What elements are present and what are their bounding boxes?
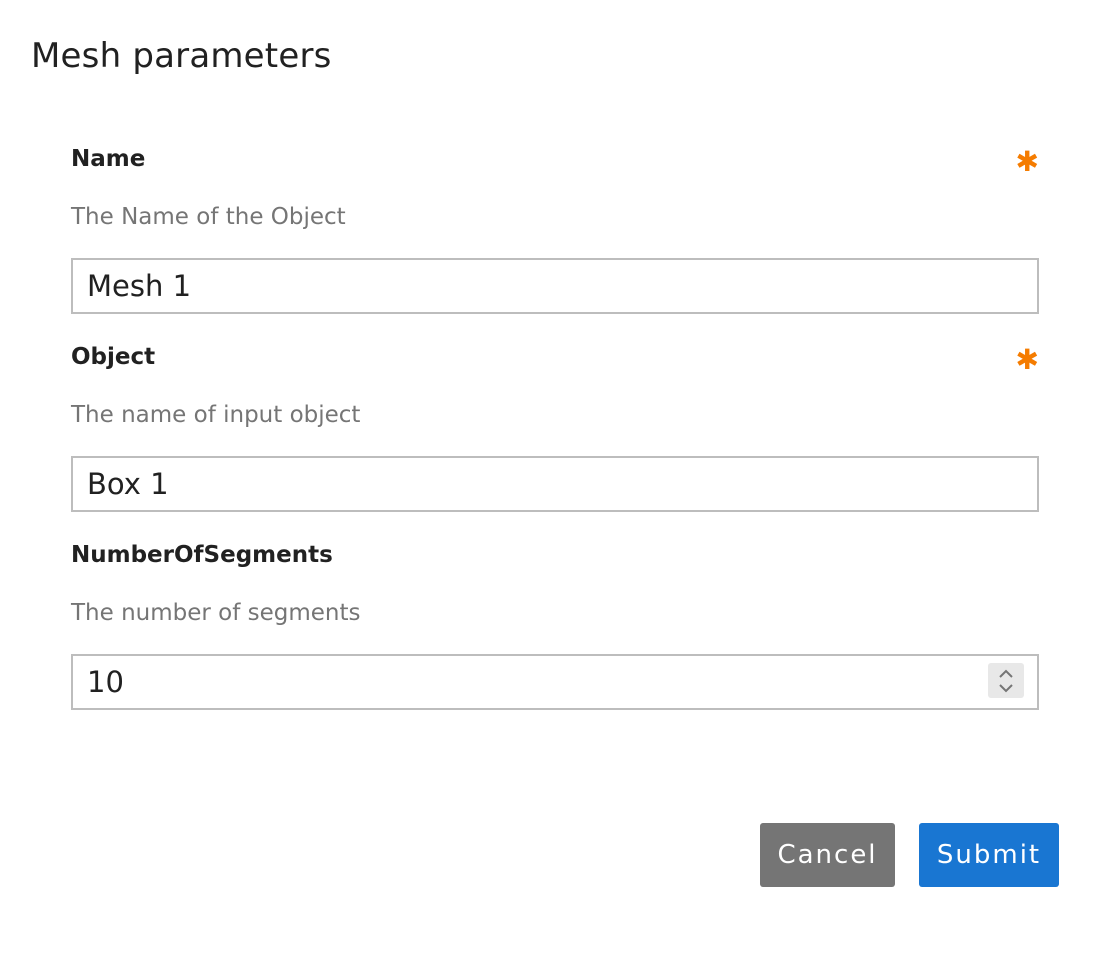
field-object-label: Object bbox=[71, 344, 156, 370]
number-of-segments-input[interactable] bbox=[71, 654, 1039, 710]
required-asterisk-icon: ✱ bbox=[1015, 343, 1039, 376]
required-asterisk-icon: ✱ bbox=[1015, 145, 1039, 178]
field-name-label: Name bbox=[71, 146, 146, 172]
field-number-of-segments-description: The number of segments bbox=[71, 600, 361, 626]
field-name: Name ✱ The Name of the Object bbox=[71, 146, 1039, 316]
field-object-description: The name of input object bbox=[71, 402, 361, 428]
object-input[interactable] bbox=[71, 456, 1039, 512]
field-object: Object ✱ The name of input object bbox=[71, 344, 1039, 514]
spin-up-down-icon[interactable] bbox=[988, 663, 1024, 698]
chevron-down-icon[interactable] bbox=[998, 683, 1014, 693]
field-number-of-segments: NumberOfSegments The number of segments bbox=[71, 542, 1039, 712]
mesh-parameters-dialog: Mesh parameters Name ✱ The Name of the O… bbox=[0, 0, 1105, 961]
name-input[interactable] bbox=[71, 258, 1039, 314]
field-name-description: The Name of the Object bbox=[71, 204, 346, 230]
field-number-of-segments-label: NumberOfSegments bbox=[71, 542, 333, 568]
submit-button[interactable]: Submit bbox=[919, 823, 1059, 887]
dialog-title: Mesh parameters bbox=[31, 36, 332, 76]
cancel-button[interactable]: Cancel bbox=[760, 823, 895, 887]
chevron-up-icon[interactable] bbox=[998, 669, 1014, 679]
